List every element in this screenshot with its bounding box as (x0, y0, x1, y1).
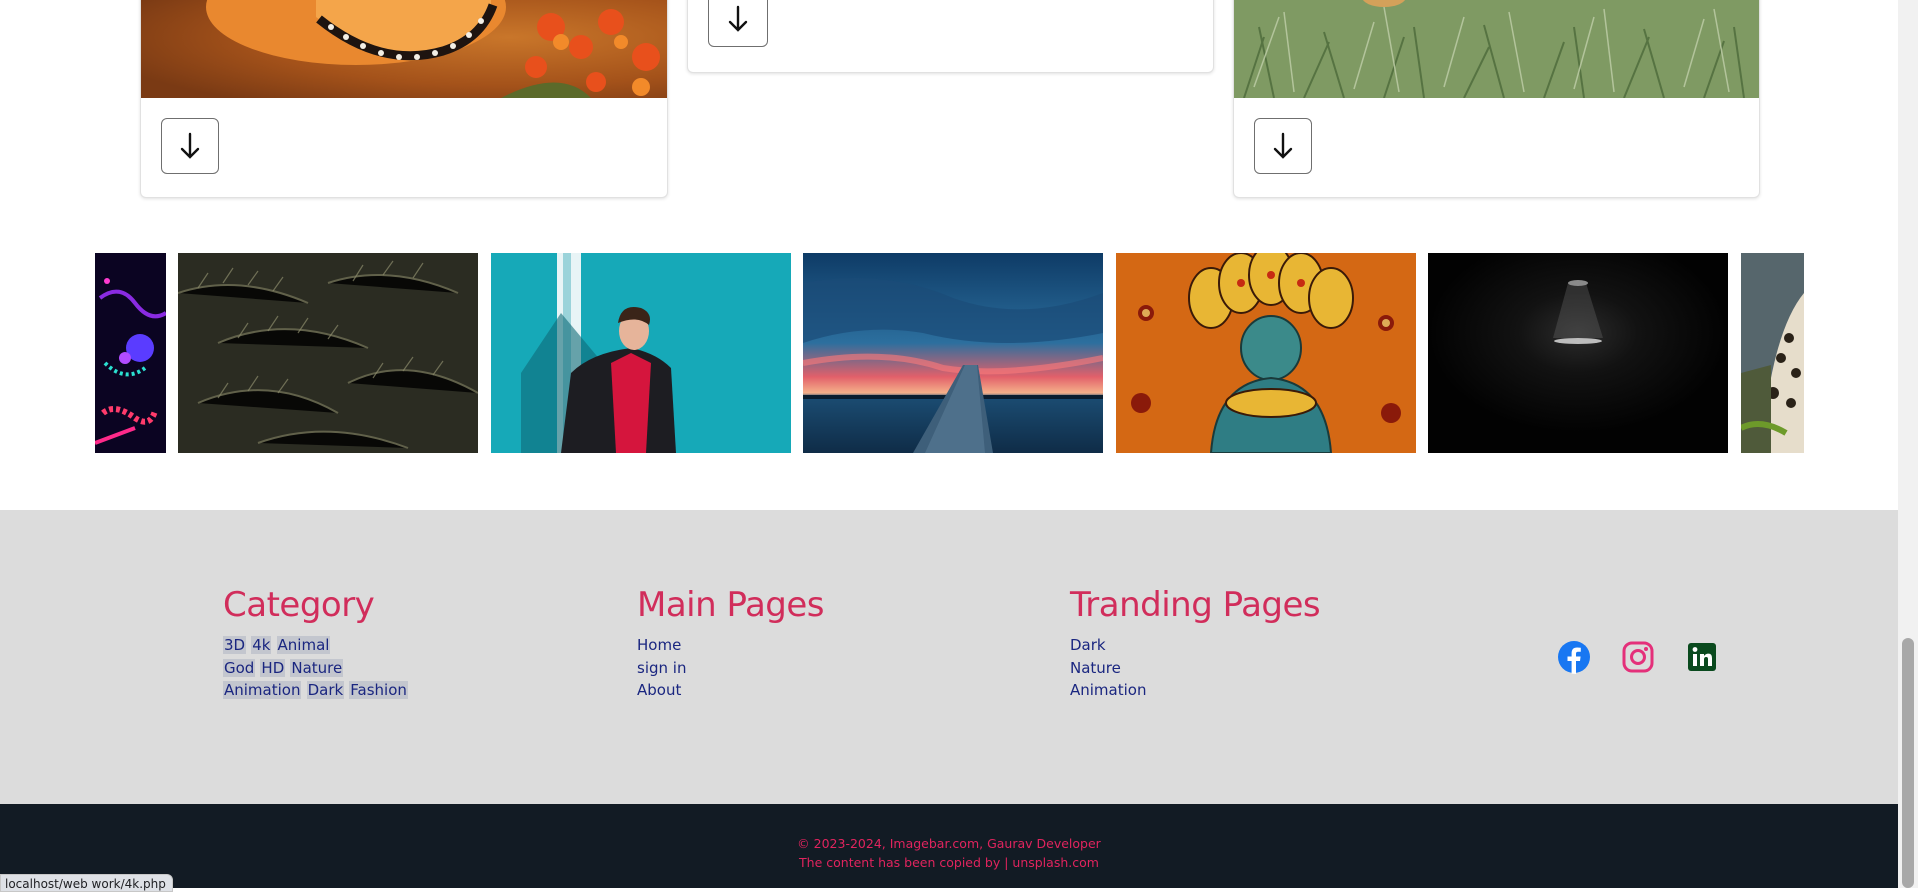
arrow-down-icon (180, 132, 200, 159)
category-link-3d[interactable]: 3D (223, 636, 247, 654)
footer-link-animation[interactable]: Animation (1070, 681, 1146, 699)
strip-image-abstract-neon[interactable] (95, 253, 166, 453)
category-link-animal[interactable]: Animal (276, 636, 331, 654)
arrow-down-icon (1273, 132, 1293, 159)
footer-link-about[interactable]: About (637, 681, 681, 699)
social-links (1557, 640, 1719, 674)
category-link-hd[interactable]: HD (260, 658, 286, 677)
strip-image-pine-branches[interactable] (178, 253, 478, 453)
footer-link-dark[interactable]: Dark (1070, 636, 1106, 654)
category-link-nature[interactable]: Nature (290, 658, 344, 677)
footer-link-sign-in[interactable]: sign in (637, 659, 686, 677)
image-card-butterfly (140, 0, 668, 198)
download-button[interactable] (708, 0, 768, 47)
card-image-butterfly[interactable] (141, 0, 667, 98)
status-url-tooltip: localhost/web work/4k.php (0, 874, 173, 892)
trending-pages-heading: Tranding Pages (1070, 585, 1321, 625)
linkedin-icon[interactable] (1685, 640, 1719, 674)
strip-image-naga-deity-painting[interactable] (1116, 253, 1416, 453)
copyright-bar: © 2023-2024, Imagebar.com, Gaurav Develo… (0, 804, 1898, 888)
footer-trending-pages-column: Tranding Pages Dark Nature Animation (1070, 585, 1321, 702)
credit-text: The content has been copied by | unsplas… (799, 855, 1099, 870)
instagram-icon[interactable] (1621, 640, 1655, 674)
site-footer: Category 3D 4k Animal God HD Nature Anim… (0, 510, 1898, 804)
strip-image-man-teal-wall[interactable] (491, 253, 791, 453)
footer-link-home[interactable]: Home (637, 636, 681, 654)
image-card-grass (1233, 0, 1760, 198)
category-link-dark[interactable]: Dark (306, 681, 345, 699)
download-button[interactable] (1254, 118, 1312, 174)
strip-image-dark-tunnel-light[interactable] (1428, 253, 1728, 453)
card-image-grass[interactable] (1234, 0, 1759, 99)
category-link-animation[interactable]: Animation (223, 681, 302, 699)
footer-main-pages-column: Main Pages Home sign in About (637, 585, 825, 702)
image-card-middle (687, 0, 1214, 73)
download-button[interactable] (161, 118, 219, 174)
arrow-down-icon (728, 5, 748, 32)
copyright-text: © 2023-2024, Imagebar.com, Gaurav Develo… (797, 836, 1101, 851)
facebook-icon[interactable] (1557, 640, 1591, 674)
category-heading: Category (223, 585, 375, 625)
category-link-god[interactable]: God (223, 658, 256, 677)
strip-image-leopard[interactable] (1741, 253, 1804, 453)
footer-link-nature[interactable]: Nature (1070, 659, 1121, 677)
main-pages-heading: Main Pages (637, 585, 825, 625)
category-link-fashion[interactable]: Fashion (349, 681, 408, 699)
scrollbar-thumb[interactable] (1902, 638, 1914, 888)
strip-image-lake-pier-sunset[interactable] (803, 253, 1103, 453)
vertical-scrollbar[interactable] (1898, 0, 1918, 888)
footer-category-column: Category 3D 4k Animal God HD Nature Anim… (223, 586, 408, 702)
category-link-4k[interactable]: 4k (251, 636, 272, 654)
